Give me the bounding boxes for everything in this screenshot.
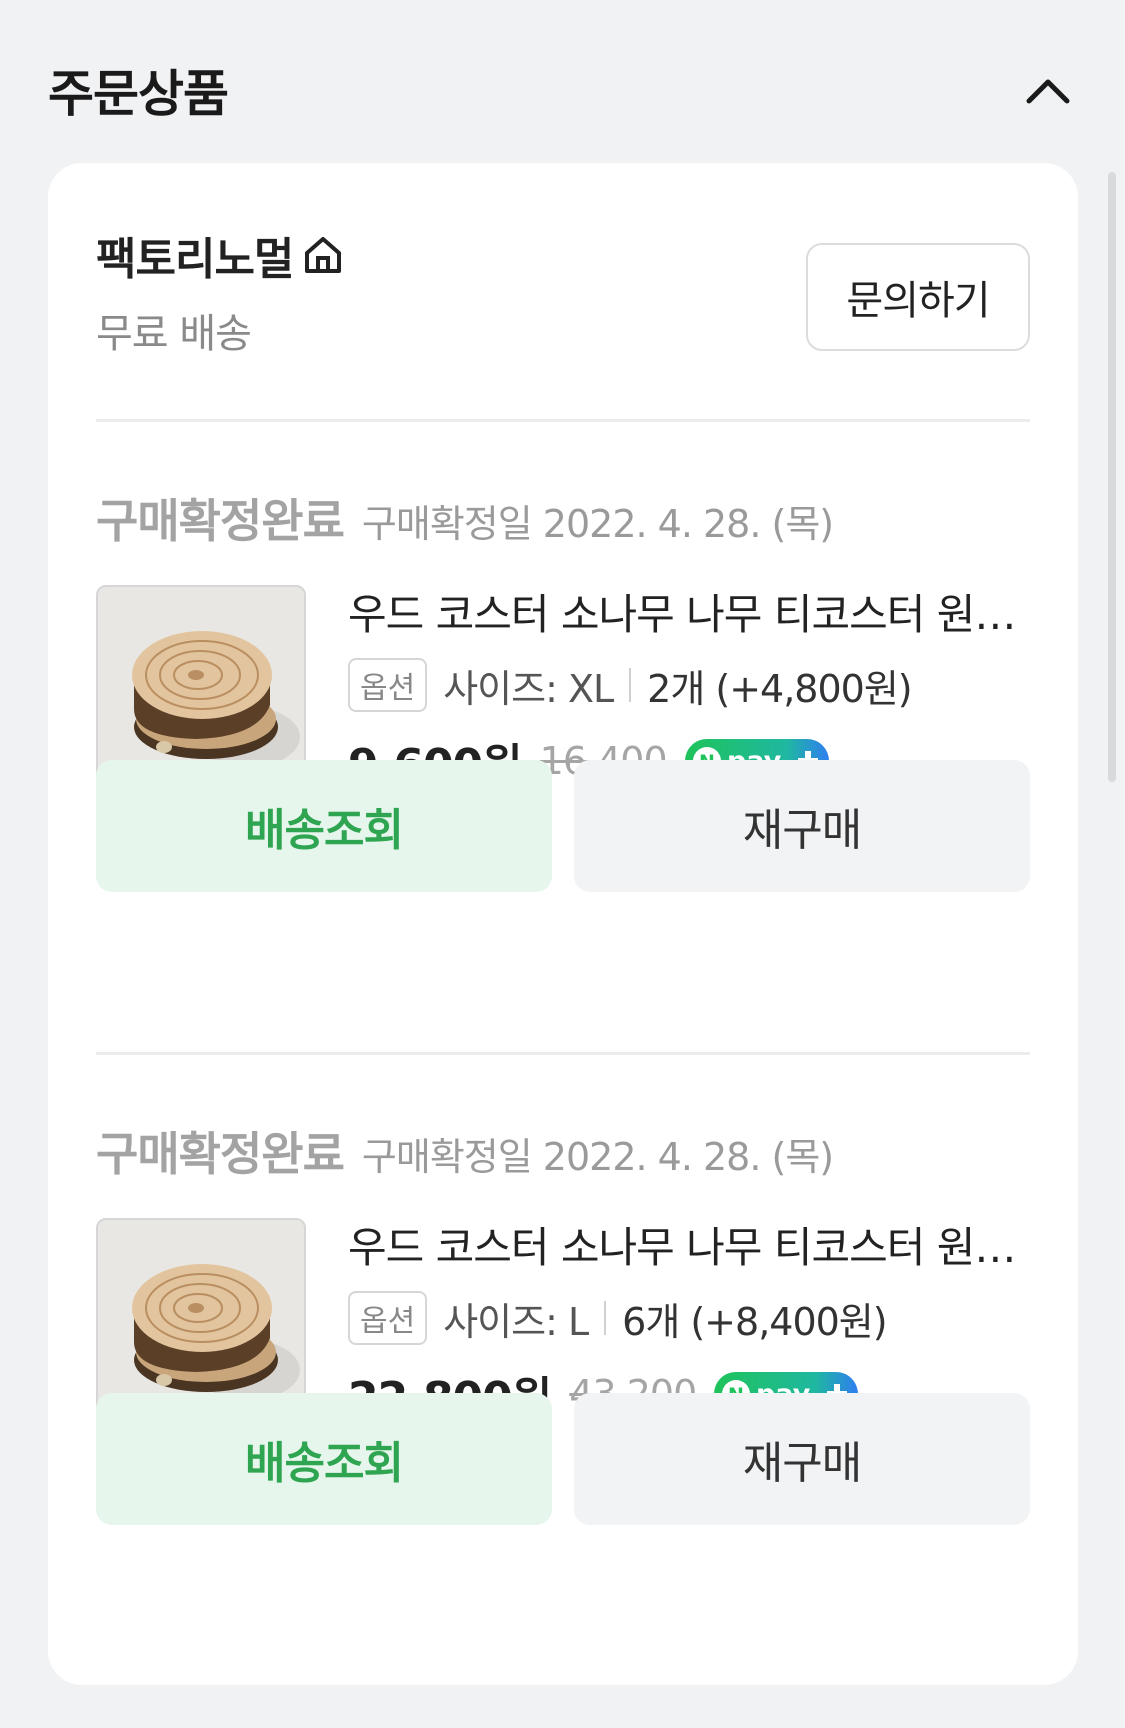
quantity: 6개 (+8,400원) [622,1299,887,1344]
action-buttons: 배송조회 재구매 [96,1393,1030,1525]
seller-row: 팩토리노멀 무료 배송 문의하기 [96,223,1030,357]
divider [96,1052,1030,1055]
confirm-date: 구매확정일 2022. 4. 28. (목) [361,1135,834,1179]
separator [629,668,632,702]
track-delivery-button[interactable]: 배송조회 [96,1393,552,1525]
order-status: 구매확정완료 [96,494,345,548]
action-buttons: 배송조회 재구매 [96,760,1030,892]
option-badge: 옵션 [348,1291,428,1345]
separator [604,1301,607,1335]
status-row: 구매확정완료 구매확정일 2022. 4. 28. (목) [96,485,1030,555]
order-status: 구매확정완료 [96,1127,345,1181]
order-item: 구매확정완료 구매확정일 2022. 4. 28. (목) 우드 코스터 소나무… [96,485,1030,1005]
rebuy-button[interactable]: 재구매 [574,1393,1030,1525]
option-value: 사이즈: XL [443,666,614,711]
collapse-button[interactable] [1018,60,1078,120]
inquiry-button[interactable]: 문의하기 [806,243,1030,351]
option-line: 옵션 사이즈: XL 2개 (+4,800원) [348,657,1030,713]
section-header: 주문상품 [48,50,1078,130]
option-value: 사이즈: L [443,1299,589,1344]
product-name[interactable]: 우드 코스터 소나무 나무 티코스터 원형 컵받침 [348,1218,1030,1278]
chevron-up-icon [1026,79,1070,104]
option-line: 옵션 사이즈: L 6개 (+8,400원) [348,1290,1030,1346]
confirm-date: 구매확정일 2022. 4. 28. (목) [361,502,834,546]
order-products-page: 주문상품 팩토리노멀 무료 배송 문의하기 구매확정완료 구매확정일 2022.… [0,0,1125,1728]
order-item: 구매확정완료 구매확정일 2022. 4. 28. (목) 우드 코스터 소나무… [96,1118,1030,1638]
order-card: 팩토리노멀 무료 배송 문의하기 구매확정완료 구매확정일 2022. 4. 2… [48,163,1078,1685]
status-row: 구매확정완료 구매확정일 2022. 4. 28. (목) [96,1118,1030,1188]
option-badge: 옵션 [348,658,428,712]
home-icon [301,233,345,277]
product-name[interactable]: 우드 코스터 소나무 나무 티코스터 원형 컵받침 [348,585,1030,645]
section-title: 주문상품 [48,65,229,123]
rebuy-button[interactable]: 재구매 [574,760,1030,892]
track-delivery-button[interactable]: 배송조회 [96,760,552,892]
quantity: 2개 (+4,800원) [647,666,912,711]
scrollbar[interactable] [1108,172,1116,782]
divider [96,419,1030,422]
seller-name: 팩토리노멀 [96,234,294,285]
